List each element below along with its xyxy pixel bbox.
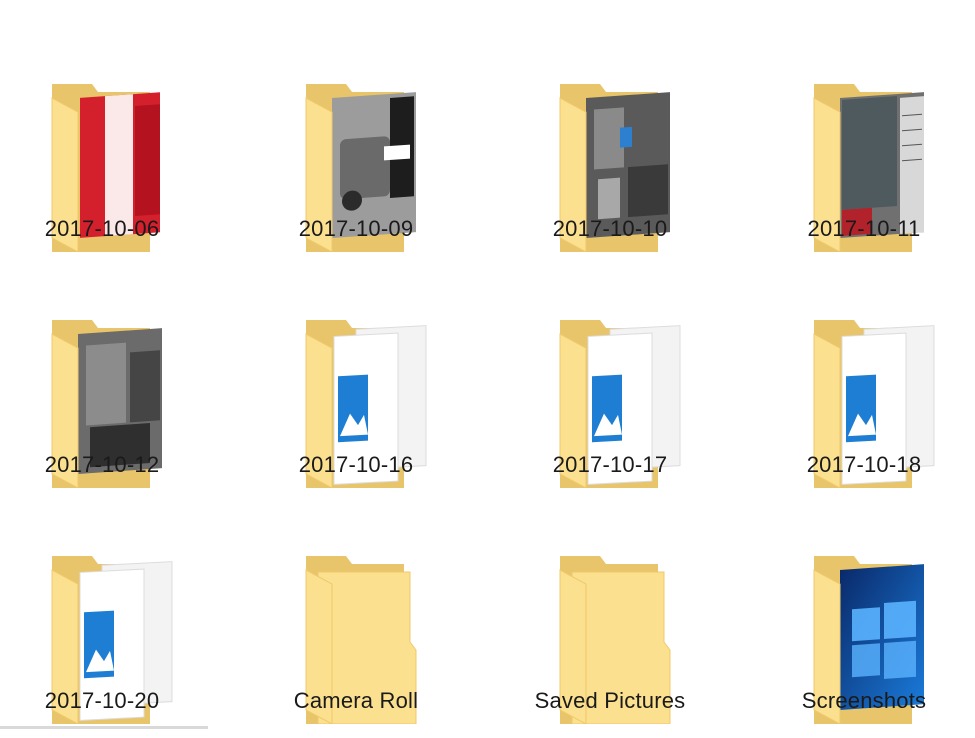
folder-label: Saved Pictures [534, 688, 686, 713]
folder-2017-10-20[interactable]: 2017-10-20 [12, 512, 212, 738]
folder-label: 2017-10-10 [552, 216, 668, 241]
folder-grid: 2017-10-06 2017-10-09 2017-10-10 2017-10… [0, 0, 975, 729]
folder-2017-10-11[interactable]: 2017-10-11 [774, 40, 974, 266]
folder-2017-10-10[interactable]: 2017-10-10 [520, 40, 720, 266]
folder-2017-10-18[interactable]: 2017-10-18 [774, 276, 974, 502]
folder-2017-10-17[interactable]: 2017-10-17 [520, 276, 720, 502]
folder-camera-roll[interactable]: Camera Roll [266, 512, 466, 738]
folder-label: 2017-10-06 [44, 216, 160, 241]
folder-label: 2017-10-09 [298, 216, 414, 241]
folder-2017-10-12[interactable]: 2017-10-12 [12, 276, 212, 502]
folder-label: 2017-10-16 [298, 452, 414, 477]
folder-label: Screenshots [801, 688, 927, 713]
folder-2017-10-09[interactable]: 2017-10-09 [266, 40, 466, 266]
folder-label: 2017-10-11 [807, 216, 921, 241]
folder-2017-10-16[interactable]: 2017-10-16 [266, 276, 466, 502]
folder-label: 2017-10-18 [806, 452, 922, 477]
folder-saved-pictures[interactable]: Saved Pictures [520, 512, 720, 738]
folder-screenshots[interactable]: Screenshots [774, 512, 974, 738]
folder-2017-10-06[interactable]: 2017-10-06 [12, 40, 212, 266]
folder-label: 2017-10-12 [44, 452, 160, 477]
folder-label: 2017-10-17 [552, 452, 668, 477]
folder-label: 2017-10-20 [44, 688, 160, 713]
folder-label: Camera Roll [293, 688, 419, 713]
